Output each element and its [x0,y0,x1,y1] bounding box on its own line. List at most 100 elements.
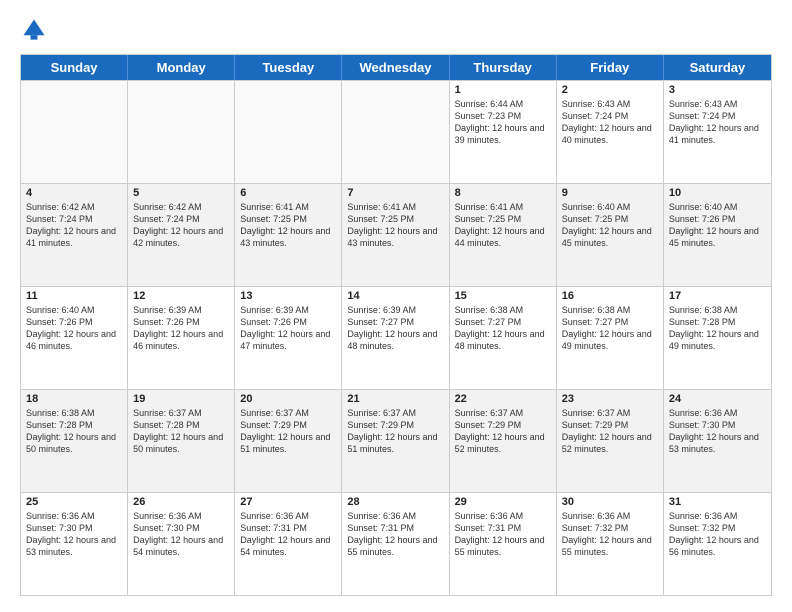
day-number: 31 [669,496,766,508]
day-number: 25 [26,496,122,508]
day-number: 13 [240,290,336,302]
calendar-cell: 1 Sunrise: 6:44 AM Sunset: 7:23 PM Daylig… [450,81,557,183]
weekday-header: Sunday [21,55,128,80]
calendar-cell: 17 Sunrise: 6:38 AM Sunset: 7:28 PM Dayli… [664,287,771,389]
day-number: 2 [562,84,658,96]
day-number: 9 [562,187,658,199]
calendar-cell: 29Sunrise: 6:36 AM Sunset: 7:31 PM Dayli… [450,493,557,595]
day-number: 26 [133,496,229,508]
calendar-week-row: 4 Sunrise: 6:42 AM Sunset: 7:24 PM Daylig… [21,183,771,286]
calendar-cell: 9 Sunrise: 6:40 AM Sunset: 7:25 PM Daylig… [557,184,664,286]
calendar-cell: 26 Sunrise: 6:36 AM Sunset: 7:30 PM Dayli… [128,493,235,595]
day-number: 19 [133,393,229,405]
day-number: 28 [347,496,443,508]
calendar-cell: 25Sunrise: 6:36 AM Sunset: 7:30 PM Dayli… [21,493,128,595]
day-info: Sunrise: 6:38 AM Sunset: 7:28 PM Dayligh… [669,304,766,353]
calendar: SundayMondayTuesdayWednesdayThursdayFrid… [20,54,772,596]
calendar-cell: 4 Sunrise: 6:42 AM Sunset: 7:24 PM Daylig… [21,184,128,286]
day-info: Sunrise: 6:44 AM Sunset: 7:23 PM Dayligh… [455,98,551,147]
day-info: Sunrise: 6:41 AM Sunset: 7:25 PM Dayligh… [455,201,551,250]
header [20,16,772,44]
day-number: 11 [26,290,122,302]
day-info: Sunrise: 6:37 AM Sunset: 7:28 PM Dayligh… [133,407,229,456]
calendar-cell: 23 Sunrise: 6:37 AM Sunset: 7:29 PM Dayli… [557,390,664,492]
day-info: Sunrise: 6:37 AM Sunset: 7:29 PM Dayligh… [455,407,551,456]
day-info: Sunrise: 6:40 AM Sunset: 7:25 PM Dayligh… [562,201,658,250]
logo [20,16,52,44]
calendar-cell: 28Sunrise: 6:36 AM Sunset: 7:31 PM Dayli… [342,493,449,595]
day-number: 4 [26,187,122,199]
day-info: Sunrise: 6:36 AM Sunset: 7:30 PM Dayligh… [133,510,229,559]
calendar-cell: 2 Sunrise: 6:43 AM Sunset: 7:24 PM Daylig… [557,81,664,183]
calendar-cell: 10Sunrise: 6:40 AM Sunset: 7:26 PM Dayli… [664,184,771,286]
calendar-cell: 15 Sunrise: 6:38 AM Sunset: 7:27 PM Dayli… [450,287,557,389]
day-info: Sunrise: 6:39 AM Sunset: 7:26 PM Dayligh… [240,304,336,353]
calendar-cell: 11 Sunrise: 6:40 AM Sunset: 7:26 PM Dayli… [21,287,128,389]
day-info: Sunrise: 6:41 AM Sunset: 7:25 PM Dayligh… [347,201,443,250]
day-info: Sunrise: 6:40 AM Sunset: 7:26 PM Dayligh… [26,304,122,353]
calendar-week-row: 18 Sunrise: 6:38 AM Sunset: 7:28 PM Dayli… [21,389,771,492]
day-number: 30 [562,496,658,508]
day-number: 17 [669,290,766,302]
weekday-header: Wednesday [342,55,449,80]
calendar-header-row: SundayMondayTuesdayWednesdayThursdayFrid… [21,55,771,80]
calendar-cell: 5 Sunrise: 6:42 AM Sunset: 7:24 PM Daylig… [128,184,235,286]
calendar-cell: 31 Sunrise: 6:36 AM Sunset: 7:32 PM Dayli… [664,493,771,595]
calendar-cell: 27 Sunrise: 6:36 AM Sunset: 7:31 PM Dayli… [235,493,342,595]
day-number: 14 [347,290,443,302]
day-info: Sunrise: 6:43 AM Sunset: 7:24 PM Dayligh… [562,98,658,147]
calendar-cell: 7 Sunrise: 6:41 AM Sunset: 7:25 PM Daylig… [342,184,449,286]
calendar-cell: 18 Sunrise: 6:38 AM Sunset: 7:28 PM Dayli… [21,390,128,492]
calendar-cell: 20 Sunrise: 6:37 AM Sunset: 7:29 PM Dayli… [235,390,342,492]
calendar-cell: 12 Sunrise: 6:39 AM Sunset: 7:26 PM Dayli… [128,287,235,389]
calendar-cell [342,81,449,183]
day-info: Sunrise: 6:43 AM Sunset: 7:24 PM Dayligh… [669,98,766,147]
day-info: Sunrise: 6:37 AM Sunset: 7:29 PM Dayligh… [562,407,658,456]
day-info: Sunrise: 6:41 AM Sunset: 7:25 PM Dayligh… [240,201,336,250]
day-info: Sunrise: 6:37 AM Sunset: 7:29 PM Dayligh… [240,407,336,456]
day-info: Sunrise: 6:42 AM Sunset: 7:24 PM Dayligh… [133,201,229,250]
day-number: 15 [455,290,551,302]
calendar-week-row: 1 Sunrise: 6:44 AM Sunset: 7:23 PM Daylig… [21,80,771,183]
day-number: 8 [455,187,551,199]
calendar-cell: 6 Sunrise: 6:41 AM Sunset: 7:25 PM Daylig… [235,184,342,286]
day-info: Sunrise: 6:36 AM Sunset: 7:32 PM Dayligh… [562,510,658,559]
calendar-cell: 30 Sunrise: 6:36 AM Sunset: 7:32 PM Dayli… [557,493,664,595]
day-number: 27 [240,496,336,508]
day-info: Sunrise: 6:36 AM Sunset: 7:32 PM Dayligh… [669,510,766,559]
day-info: Sunrise: 6:39 AM Sunset: 7:26 PM Dayligh… [133,304,229,353]
day-number: 23 [562,393,658,405]
day-number: 24 [669,393,766,405]
calendar-week-row: 25 Sunrise: 6:36 AM Sunset: 7:30 PM Dayli… [21,492,771,595]
day-number: 20 [240,393,336,405]
calendar-body: 1 Sunrise: 6:44 AM Sunset: 7:23 PM Daylig… [21,80,771,595]
calendar-cell: 21Sunrise: 6:37 AM Sunset: 7:29 PM Dayli… [342,390,449,492]
day-number: 16 [562,290,658,302]
calendar-cell [128,81,235,183]
day-number: 18 [26,393,122,405]
calendar-cell: 19 Sunrise: 6:37 AM Sunset: 7:28 PM Dayli… [128,390,235,492]
calendar-cell: 8 Sunrise: 6:41 AM Sunset: 7:25 PM Daylig… [450,184,557,286]
day-info: Sunrise: 6:36 AM Sunset: 7:31 PM Dayligh… [240,510,336,559]
day-info: Sunrise: 6:42 AM Sunset: 7:24 PM Dayligh… [26,201,122,250]
calendar-cell [21,81,128,183]
calendar-cell: 24Sunrise: 6:36 AM Sunset: 7:30 PM Dayli… [664,390,771,492]
day-number: 6 [240,187,336,199]
weekday-header: Thursday [450,55,557,80]
day-number: 7 [347,187,443,199]
weekday-header: Tuesday [235,55,342,80]
calendar-week-row: 11 Sunrise: 6:40 AM Sunset: 7:26 PM Dayli… [21,286,771,389]
day-info: Sunrise: 6:38 AM Sunset: 7:27 PM Dayligh… [455,304,551,353]
day-number: 22 [455,393,551,405]
day-info: Sunrise: 6:38 AM Sunset: 7:28 PM Dayligh… [26,407,122,456]
day-info: Sunrise: 6:39 AM Sunset: 7:27 PM Dayligh… [347,304,443,353]
calendar-cell: 14 Sunrise: 6:39 AM Sunset: 7:27 PM Dayli… [342,287,449,389]
page: SundayMondayTuesdayWednesdayThursdayFrid… [0,0,792,612]
day-number: 10 [669,187,766,199]
day-number: 1 [455,84,551,96]
day-number: 5 [133,187,229,199]
day-info: Sunrise: 6:36 AM Sunset: 7:31 PM Dayligh… [455,510,551,559]
day-number: 12 [133,290,229,302]
weekday-header: Monday [128,55,235,80]
day-number: 21 [347,393,443,405]
